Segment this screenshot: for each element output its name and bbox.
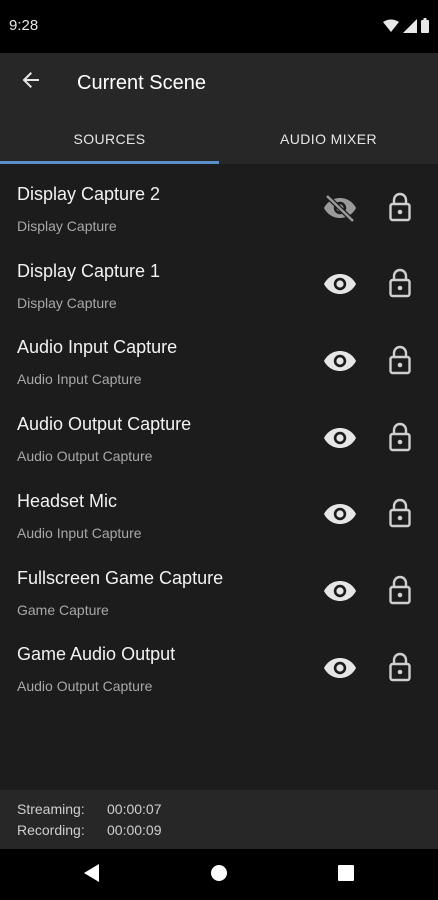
visibility-toggle-button[interactable] bbox=[322, 652, 358, 688]
source-name: Headset Mic bbox=[17, 490, 118, 511]
streaming-label: Streaming: bbox=[17, 801, 85, 817]
source-row[interactable]: Headset Mic Audio Input Capture bbox=[0, 471, 438, 548]
lock-toggle-button[interactable] bbox=[384, 651, 416, 687]
source-type: Audio Input Capture bbox=[17, 524, 142, 541]
lock-toggle-button[interactable] bbox=[384, 268, 416, 304]
recording-time: 00:00:09 bbox=[107, 822, 162, 838]
lock-toggle-button[interactable] bbox=[384, 498, 416, 534]
app-bar: Current Scene bbox=[0, 53, 438, 113]
circle-home-icon bbox=[210, 864, 228, 887]
nav-recents-button[interactable] bbox=[333, 862, 359, 888]
source-row[interactable]: Game Audio Output Audio Output Capture bbox=[0, 624, 438, 701]
lock-icon bbox=[389, 498, 411, 533]
streaming-time: 00:00:07 bbox=[107, 801, 162, 817]
lock-toggle-button[interactable] bbox=[384, 421, 416, 457]
source-row[interactable]: Audio Input Capture Audio Input Capture bbox=[0, 317, 438, 394]
page-title: Current Scene bbox=[77, 72, 206, 94]
system-nav-bar bbox=[0, 849, 438, 900]
visibility-toggle-button[interactable] bbox=[322, 422, 358, 458]
source-name: Display Capture 2 bbox=[17, 184, 161, 204]
recording-label: Recording: bbox=[17, 822, 85, 838]
lock-toggle-button[interactable] bbox=[384, 575, 416, 611]
tab-audio-mixer[interactable]: AUDIO MIXER bbox=[219, 113, 438, 164]
lock-icon bbox=[389, 192, 411, 227]
source-name: Audio Input Capture bbox=[17, 337, 178, 358]
lock-icon bbox=[389, 652, 411, 687]
source-name: Game Audio Output bbox=[17, 644, 176, 665]
streaming-status: Streaming: 00:00:07 bbox=[17, 801, 162, 817]
source-type: Display Capture bbox=[17, 294, 117, 311]
visibility-toggle-button[interactable] bbox=[322, 499, 358, 535]
eye-icon bbox=[323, 272, 357, 301]
lock-icon bbox=[389, 345, 411, 380]
cellular-signal-icon bbox=[403, 18, 417, 38]
nav-home-button[interactable] bbox=[206, 862, 232, 888]
lock-icon bbox=[389, 575, 411, 610]
tab-sources[interactable]: SOURCES bbox=[0, 113, 219, 164]
source-type: Audio Output Capture bbox=[17, 448, 153, 465]
visibility-toggle-button[interactable] bbox=[322, 269, 358, 305]
triangle-back-icon bbox=[84, 863, 100, 887]
source-row[interactable]: Audio Output Capture Audio Output Capture bbox=[0, 394, 438, 471]
source-name: Display Capture 1 bbox=[17, 260, 161, 281]
eye-icon bbox=[323, 656, 357, 685]
lock-icon bbox=[389, 268, 411, 303]
visibility-toggle-button[interactable] bbox=[322, 192, 358, 228]
eye-icon bbox=[323, 502, 357, 531]
source-type: Audio Input Capture bbox=[17, 371, 142, 388]
status-icons bbox=[383, 18, 429, 38]
source-list: Display Capture 2 Display Capture Display … bbox=[0, 164, 438, 790]
source-type: Display Capture bbox=[17, 218, 117, 234]
source-name: Fullscreen Game Capture bbox=[17, 567, 224, 588]
visibility-toggle-button[interactable] bbox=[322, 576, 358, 612]
recording-status: Recording: 00:00:09 bbox=[17, 822, 162, 838]
source-type: Audio Output Capture bbox=[17, 678, 153, 695]
eye-icon bbox=[323, 349, 357, 378]
stream-status-footer: Streaming: 00:00:07 Recording: 00:00:09 bbox=[0, 790, 438, 849]
lock-icon bbox=[389, 422, 411, 457]
square-recents-icon bbox=[338, 864, 354, 886]
source-row[interactable]: Display Capture 1 Display Capture bbox=[0, 241, 438, 318]
lock-toggle-button[interactable] bbox=[384, 344, 416, 380]
status-bar: 9:28 bbox=[0, 0, 438, 53]
battery-icon bbox=[421, 18, 429, 38]
eye-off-icon bbox=[323, 193, 357, 227]
nav-back-button[interactable] bbox=[79, 862, 105, 888]
lock-toggle-button[interactable] bbox=[384, 191, 416, 227]
arrow-back-icon bbox=[21, 70, 41, 95]
back-button[interactable] bbox=[16, 67, 46, 97]
visibility-toggle-button[interactable] bbox=[322, 345, 358, 381]
source-row[interactable]: Display Capture 2 Display Capture bbox=[0, 164, 438, 241]
eye-icon bbox=[323, 579, 357, 608]
source-type: Game Capture bbox=[17, 601, 109, 618]
status-time: 9:28 bbox=[9, 17, 39, 34]
source-row[interactable]: Fullscreen Game Capture Game Capture bbox=[0, 548, 438, 625]
tab-bar: SOURCES AUDIO MIXER bbox=[0, 113, 438, 164]
wifi-icon bbox=[383, 19, 399, 38]
source-name: Audio Output Capture bbox=[17, 414, 192, 435]
eye-icon bbox=[323, 426, 357, 455]
